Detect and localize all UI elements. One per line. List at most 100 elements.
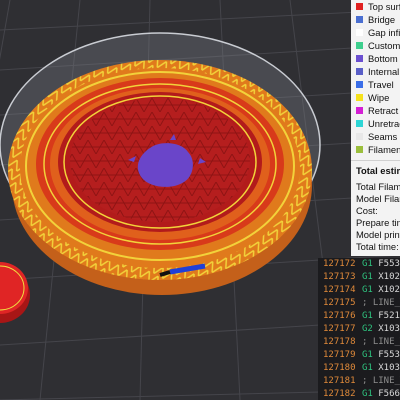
gcode-args: X103.7 — [378, 324, 400, 334]
legend-swatch — [356, 133, 363, 140]
gcode-line[interactable]: 127172 G1 F5531. — [318, 258, 400, 271]
gcode-line[interactable]: 127178 ; LINE_WIDTH — [318, 336, 400, 349]
legend-swatch — [356, 29, 363, 36]
gcode-line-number: 127178 — [323, 337, 356, 347]
legend-label: Bridge — [368, 14, 396, 25]
gcode-args: X103.7 — [378, 363, 400, 373]
gcode-line[interactable]: 127177 G2 X103.7 — [318, 323, 400, 336]
gcode-args: ; LINE_WIDTH — [362, 298, 400, 308]
gcode-opcode: G1 — [362, 389, 373, 399]
legend-item[interactable]: Seams — [351, 131, 400, 144]
estimation-row: Cost: — [356, 205, 378, 216]
gcode-args: ; LINE_WIDTH — [362, 376, 400, 386]
gcode-command: G1 F5666. — [362, 388, 400, 400]
gcode-opcode: G1 — [362, 363, 373, 373]
gcode-args: X102.6 — [378, 285, 400, 295]
legend-item[interactable]: Internal bridge — [351, 66, 400, 79]
legend-swatch — [356, 3, 363, 10]
legend-swatch — [356, 68, 363, 75]
estimation-row: Model Filament: — [356, 193, 400, 204]
legend-item[interactable]: Retract — [351, 105, 400, 118]
legend-swatch — [356, 42, 363, 49]
gcode-args: X102.1 — [378, 272, 400, 282]
gcode-command: G2 X103.7 — [362, 323, 400, 336]
estimation-title: Total estimation — [356, 165, 400, 176]
gcode-opcode: G1 — [362, 272, 373, 282]
gcode-line-number: 127174 — [323, 285, 356, 295]
gcode-command: G1 F5219. — [362, 310, 400, 323]
gcode-command: ; LINE_WIDTH — [362, 375, 400, 388]
legend-swatch — [356, 55, 363, 62]
legend-label: Gap infill — [368, 27, 400, 38]
gcode-line-number: 127182 — [323, 389, 356, 399]
gcode-opcode: G1 — [362, 259, 373, 269]
legend-item[interactable]: Bridge — [351, 14, 400, 27]
gcode-command: G1 F5531. — [362, 258, 400, 271]
gcode-opcode: G1 — [362, 285, 373, 295]
gcode-line-number: 127179 — [323, 350, 356, 360]
gcode-opcode: G2 — [362, 324, 373, 334]
printed-model — [0, 32, 321, 295]
gcode-command: G1 X102.6 — [362, 284, 400, 297]
legend-label: Top surface — [368, 1, 400, 12]
estimation-row: Prepare time: — [356, 217, 400, 228]
legend-label: Travel — [368, 79, 394, 90]
legend-item[interactable]: Travel — [351, 79, 400, 92]
second-part — [0, 262, 30, 323]
gcode-args: F5534. — [378, 350, 400, 360]
gcode-line-number: 127172 — [323, 259, 356, 269]
gcode-line[interactable]: 127181 ; LINE_WIDTH — [318, 375, 400, 388]
gcode-command: G1 X103.7 — [362, 362, 400, 375]
gcode-command: ; LINE_WIDTH — [362, 297, 400, 310]
legend-label: Filament — [368, 144, 400, 155]
legend-swatch — [356, 81, 363, 88]
gcode-viewer[interactable]: 127172 G1 F5531. 127173 G1 X102.1 127174 G1 X… — [318, 258, 400, 400]
gcode-args: F5531. — [378, 259, 400, 269]
estimation-panel: Total estimation Total Filament:Model Fi… — [351, 160, 400, 256]
gcode-line[interactable]: 127180 G1 X103.7 — [318, 362, 400, 375]
gcode-args: F5219. — [378, 311, 400, 321]
gcode-line[interactable]: 127173 G1 X102.1 — [318, 271, 400, 284]
gcode-line-number: 127173 — [323, 272, 356, 282]
gcode-command: ; LINE_WIDTH — [362, 336, 400, 349]
legend-swatch — [356, 94, 363, 101]
gcode-line[interactable]: 127175 ; LINE_WIDTH — [318, 297, 400, 310]
legend-label: Retract — [368, 105, 399, 116]
legend-swatch — [356, 120, 363, 127]
legend-label: Custom — [368, 40, 400, 51]
estimation-row: Total time: — [356, 241, 399, 252]
gcode-opcode: G1 — [362, 311, 373, 321]
gcode-opcode: G1 — [362, 350, 373, 360]
gcode-args: F5666. — [378, 389, 400, 399]
legend-label: Wipe — [368, 92, 390, 103]
legend-item[interactable]: Bottom surface — [351, 53, 400, 66]
gcode-line-number: 127177 — [323, 324, 356, 334]
legend-panel: Top surface Bridge Gap infill Custom Bottom … — [351, 0, 400, 160]
legend-label: Internal bridge — [368, 66, 400, 77]
gcode-line-number: 127175 — [323, 298, 356, 308]
legend-swatch — [356, 16, 363, 23]
gcode-line-number: 127181 — [323, 376, 356, 386]
gcode-line-number: 127180 — [323, 363, 356, 373]
legend-label: Seams — [368, 131, 398, 142]
legend-swatch — [356, 107, 363, 114]
gcode-line-number: 127176 — [323, 311, 356, 321]
legend-item[interactable]: Filament — [351, 144, 400, 157]
legend-item[interactable]: Top surface — [351, 1, 400, 14]
legend-item[interactable]: Custom — [351, 40, 400, 53]
gcode-args: ; LINE_WIDTH — [362, 337, 400, 347]
estimation-row: Total Filament: — [356, 181, 400, 192]
legend-label: Bottom surface — [368, 53, 400, 64]
legend-label: Unretract — [368, 118, 400, 129]
gcode-command: G1 X102.1 — [362, 271, 400, 284]
gcode-line[interactable]: 127179 G1 F5534. — [318, 349, 400, 362]
gcode-command: G1 F5534. — [362, 349, 400, 362]
legend-item[interactable]: Unretract — [351, 118, 400, 131]
gcode-line[interactable]: 127182 G1 F5666. — [318, 388, 400, 400]
gcode-line[interactable]: 127174 G1 X102.6 — [318, 284, 400, 297]
legend-item[interactable]: Wipe — [351, 92, 400, 105]
gcode-line[interactable]: 127176 G1 F5219. — [318, 310, 400, 323]
estimation-row: Model printing time: — [356, 229, 400, 240]
legend-swatch — [356, 146, 363, 153]
legend-item[interactable]: Gap infill — [351, 27, 400, 40]
